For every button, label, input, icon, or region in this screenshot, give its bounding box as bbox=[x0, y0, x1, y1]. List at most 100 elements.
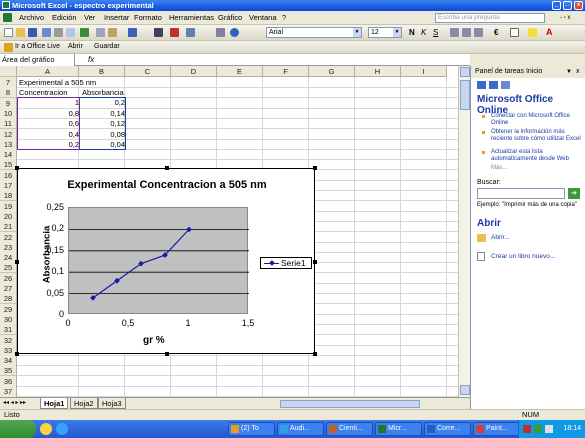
save-icon[interactable] bbox=[28, 28, 37, 37]
align-right-icon[interactable] bbox=[474, 28, 483, 37]
office-live-button[interactable]: Ir a Office Live bbox=[15, 42, 60, 52]
menu-help[interactable]: ? bbox=[282, 13, 286, 23]
taskbar-item[interactable]: Paint... bbox=[473, 422, 520, 436]
x-axis-label[interactable]: gr % bbox=[143, 335, 165, 346]
menu-herramientas[interactable]: Herramientas bbox=[169, 13, 214, 23]
search-input[interactable] bbox=[477, 188, 565, 199]
help-icon[interactable] bbox=[230, 28, 239, 37]
column-header-b[interactable]: B bbox=[79, 66, 125, 77]
taskbar-item[interactable]: (2) To bbox=[228, 422, 275, 436]
open-icon[interactable] bbox=[16, 28, 25, 37]
scroll-down-button[interactable] bbox=[460, 385, 470, 395]
resize-handle[interactable] bbox=[165, 166, 169, 170]
column-header-c[interactable]: C bbox=[125, 66, 171, 77]
chart-title[interactable]: Experimental Concentracion a 505 nm bbox=[18, 179, 316, 191]
cut-icon[interactable] bbox=[96, 28, 105, 37]
resize-handle[interactable] bbox=[313, 352, 317, 356]
link-new-workbook[interactable]: Crear un libro nuevo... bbox=[491, 253, 555, 260]
align-left-icon[interactable] bbox=[450, 28, 459, 37]
resize-handle[interactable] bbox=[15, 352, 19, 356]
taskbar-item[interactable]: Micr... bbox=[375, 422, 422, 436]
drawing-icon[interactable] bbox=[216, 28, 225, 37]
forward-icon[interactable] bbox=[489, 81, 498, 89]
plot-area[interactable] bbox=[68, 207, 249, 314]
resize-handle[interactable] bbox=[165, 352, 169, 356]
menu-archivo[interactable]: Archivo bbox=[19, 13, 44, 23]
back-icon[interactable] bbox=[477, 81, 486, 89]
tray-icon[interactable] bbox=[523, 425, 531, 433]
resize-handle[interactable] bbox=[15, 166, 19, 170]
ask-question-input[interactable]: Escriba una pregunta bbox=[435, 13, 545, 23]
scroll-up-button[interactable] bbox=[460, 67, 470, 77]
paste-icon[interactable] bbox=[108, 28, 117, 37]
save-button[interactable]: Guardar bbox=[94, 42, 120, 52]
vertical-scrollbar[interactable] bbox=[458, 66, 470, 397]
quicklaunch-icon[interactable] bbox=[40, 423, 52, 435]
volume-icon[interactable] bbox=[545, 425, 553, 433]
tab-scroll-arrows[interactable]: ◂◂ ◂ ▸ ▸▸ bbox=[3, 399, 26, 406]
column-header-f[interactable]: F bbox=[263, 66, 309, 77]
open-button[interactable]: Abrir bbox=[68, 42, 83, 52]
font-color-icon[interactable]: A bbox=[546, 27, 553, 37]
taskbar-item[interactable]: Cienti... bbox=[326, 422, 373, 436]
resize-handle[interactable] bbox=[313, 166, 317, 170]
excel-doc-icon[interactable] bbox=[3, 13, 12, 22]
name-box[interactable]: Área del gráfico bbox=[0, 54, 75, 66]
fill-color-icon[interactable] bbox=[528, 28, 537, 37]
sort-icon[interactable] bbox=[186, 28, 195, 37]
chart-area[interactable]: Experimental Concentracion a 505 nm Abso… bbox=[15, 166, 317, 356]
menu-ver[interactable]: Ver bbox=[84, 13, 95, 23]
tray-icon[interactable] bbox=[534, 425, 542, 433]
autosum-icon[interactable] bbox=[170, 28, 179, 37]
new-icon[interactable] bbox=[4, 28, 13, 37]
select-all-corner[interactable] bbox=[0, 66, 17, 77]
link-latest-info[interactable]: Obtener la información más reciente sobr… bbox=[491, 129, 583, 143]
quicklaunch-icon[interactable] bbox=[56, 423, 68, 435]
align-center-icon[interactable] bbox=[462, 28, 471, 37]
sheet-tab-hoja2[interactable]: Hoja2 bbox=[70, 398, 98, 409]
menu-insertar[interactable]: Insertar bbox=[104, 13, 129, 23]
spelling-icon[interactable] bbox=[80, 28, 89, 37]
column-header-d[interactable]: D bbox=[171, 66, 217, 77]
font-name-select[interactable]: Arial ▼ bbox=[266, 27, 362, 38]
menu-grafico[interactable]: Gráfico bbox=[218, 13, 242, 23]
preview-icon[interactable] bbox=[66, 28, 75, 37]
borders-icon[interactable] bbox=[510, 28, 519, 37]
task-pane-menu-icon[interactable]: ▼ bbox=[566, 66, 572, 78]
task-pane-close-icon[interactable]: x bbox=[576, 66, 580, 78]
scroll-thumb[interactable] bbox=[460, 80, 470, 110]
resize-handle[interactable] bbox=[15, 260, 19, 264]
sheet-tab-hoja1[interactable]: Hoja1 bbox=[40, 398, 69, 409]
home-icon[interactable] bbox=[501, 81, 510, 89]
link-open-file[interactable]: Abrir... bbox=[491, 234, 510, 241]
column-header-g[interactable]: G bbox=[309, 66, 355, 77]
font-size-select[interactable]: 12 ▼ bbox=[368, 27, 402, 38]
bold-icon[interactable]: N bbox=[409, 28, 415, 37]
italic-icon[interactable]: K bbox=[421, 28, 426, 37]
chart-wizard-icon[interactable] bbox=[154, 28, 163, 37]
close-button[interactable]: x bbox=[574, 1, 583, 10]
chart-legend[interactable]: Serie1 bbox=[260, 257, 312, 269]
column-header-h[interactable]: H bbox=[355, 66, 401, 77]
currency-icon[interactable]: € bbox=[494, 28, 498, 37]
function-icon[interactable]: fx bbox=[88, 55, 94, 64]
start-button[interactable] bbox=[0, 420, 36, 438]
link-auto-update[interactable]: Actualizar esta lista automáticamente de… bbox=[491, 149, 583, 163]
clock[interactable]: 18:14 bbox=[563, 425, 581, 432]
permission-icon[interactable] bbox=[42, 28, 51, 37]
horizontal-scrollbar[interactable] bbox=[280, 400, 420, 408]
close-document-icon[interactable]: - ▫ x bbox=[560, 13, 570, 23]
taskbar-item[interactable]: Audi... bbox=[277, 422, 324, 436]
resize-handle[interactable] bbox=[313, 260, 317, 264]
menu-edicion[interactable]: Edición bbox=[52, 13, 77, 23]
undo-icon[interactable] bbox=[128, 28, 137, 37]
sheet-tab-hoja3[interactable]: Hoja3 bbox=[98, 398, 126, 409]
print-icon[interactable] bbox=[54, 28, 63, 37]
minimize-button[interactable]: _ bbox=[552, 1, 561, 10]
restore-button[interactable]: □ bbox=[563, 1, 572, 10]
taskbar-item[interactable]: Corre... bbox=[424, 422, 471, 436]
underline-icon[interactable]: S bbox=[433, 28, 438, 37]
link-more[interactable]: Más... bbox=[491, 165, 507, 171]
link-connect-office-online[interactable]: Conectar con Microsoft Office Online bbox=[491, 113, 583, 127]
column-header-i[interactable]: I bbox=[401, 66, 447, 77]
